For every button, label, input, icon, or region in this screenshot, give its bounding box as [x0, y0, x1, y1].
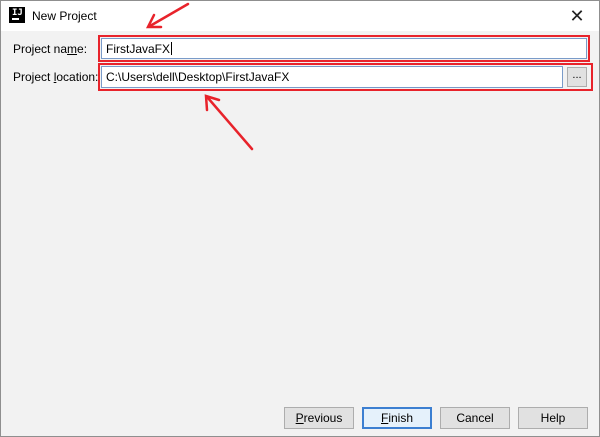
app-icon-text: IJ [12, 8, 23, 18]
intellij-app-icon: IJ [9, 7, 25, 23]
text-caret [171, 42, 173, 55]
project-name-input[interactable]: FirstJavaFX [101, 38, 587, 59]
new-project-dialog: IJ New Project ✕ Project name: FirstJava… [0, 0, 600, 437]
help-button[interactable]: Help [518, 407, 588, 429]
previous-button[interactable]: Previous [284, 407, 354, 429]
browse-button[interactable]: ... [567, 67, 587, 87]
window-title: New Project [32, 9, 97, 23]
title-bar: IJ New Project ✕ [1, 1, 599, 31]
project-location-input[interactable]: C:\Users\dell\Desktop\FirstJavaFX [101, 66, 563, 88]
cancel-button[interactable]: Cancel [440, 407, 510, 429]
project-location-label: Project location: [13, 70, 99, 84]
finish-button[interactable]: Finish [362, 407, 432, 429]
close-icon[interactable]: ✕ [563, 3, 591, 29]
project-name-label: Project name: [13, 42, 88, 56]
